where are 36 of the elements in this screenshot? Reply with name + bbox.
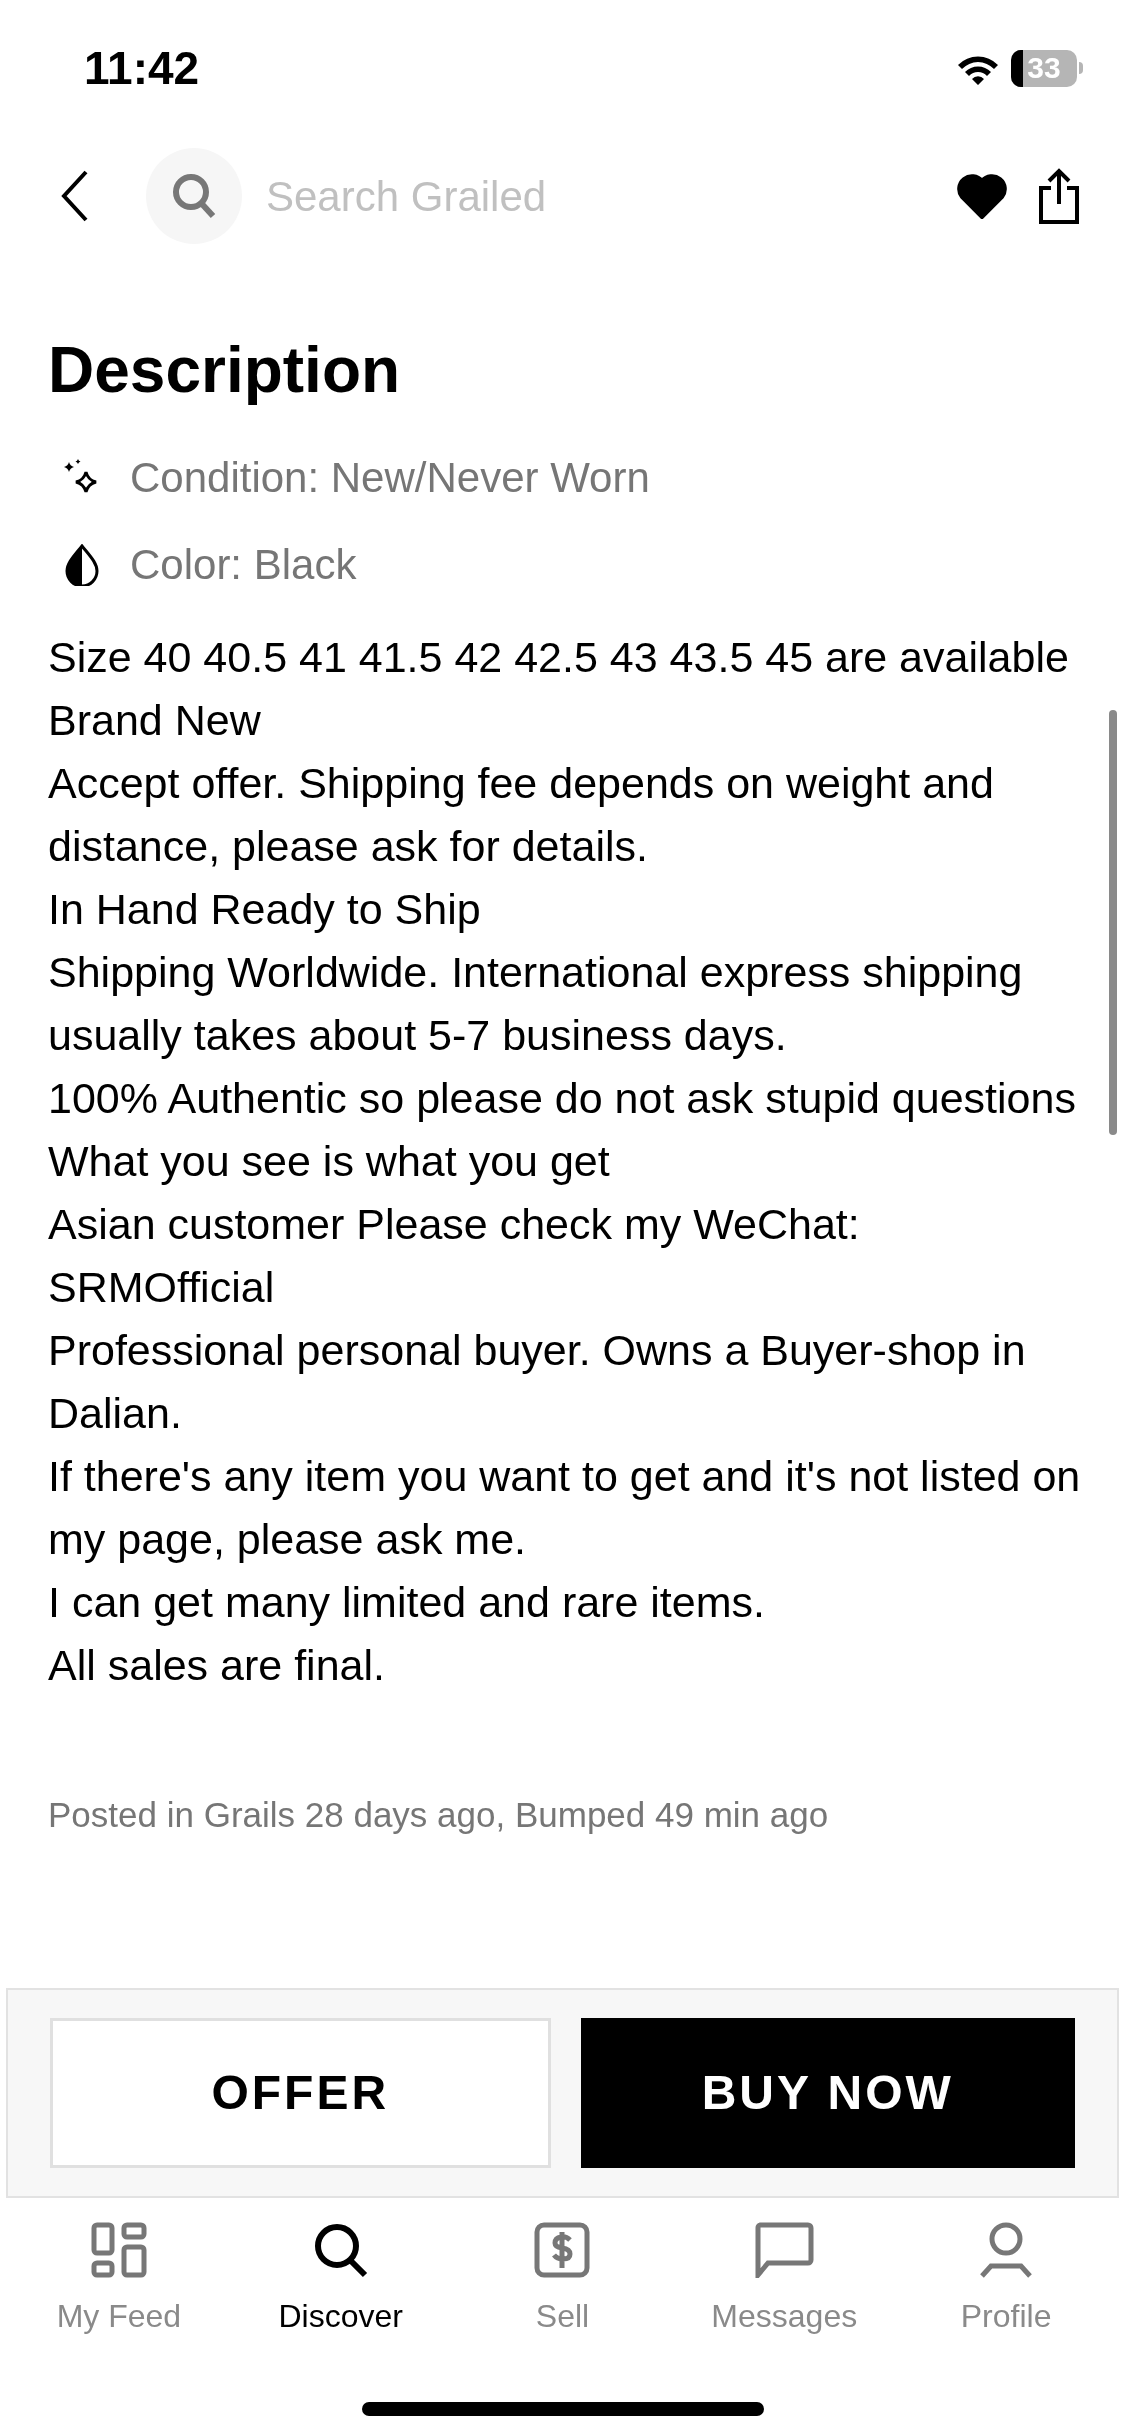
description-text: Size 40 40.5 41 41.5 42 42.5 43 43.5 45 are available <box>48 632 1070 683</box>
attribute-text: Color: Black <box>130 540 357 590</box>
tab-item[interactable]: Messages <box>673 2222 896 2368</box>
tab-item[interactable]: Sell <box>451 2222 674 2368</box>
search-field[interactable]: Search Grailed <box>266 164 766 228</box>
description-text: Brand New <box>48 695 262 746</box>
description-text: What you see is what you get <box>48 1136 611 1187</box>
description-text: 100% Authentic so please do not ask stupid questions <box>48 1073 1077 1124</box>
description-text: Shipping Worldwide. International express shipping usually takes about 5-7 business days. <box>48 947 1024 1061</box>
dollar-tag-icon <box>534 2222 591 2278</box>
buy-now-button[interactable]: BUY NOW <box>580 2018 1075 2168</box>
description-text: I can get many limited and rare items. <box>48 1577 766 1628</box>
tab-item[interactable]: Discover <box>229 2222 452 2368</box>
grid-icon <box>90 2222 147 2278</box>
posted-info: Posted in Grails 28 days ago, Bumped 49 min ago <box>48 1794 830 1836</box>
person-icon <box>979 2222 1034 2278</box>
offer-button[interactable]: OFFER <box>50 2018 551 2168</box>
search-icon <box>172 173 216 219</box>
battery-percent: 33 <box>1027 53 1061 83</box>
heart-icon[interactable] <box>957 173 1007 219</box>
attribute-text: Condition: New/Never Worn <box>130 453 650 503</box>
tab-item[interactable]: Profile <box>895 2222 1117 2368</box>
description-text: All sales are final. <box>48 1640 386 1691</box>
half-drop-icon <box>64 543 100 586</box>
share-icon[interactable] <box>1037 168 1081 224</box>
description-text: Professional personal buyer. Owns a Buyer-shop in Dalian. <box>48 1325 1027 1439</box>
tab-item[interactable]: My Feed <box>8 2222 230 2368</box>
section-title: Description <box>48 333 402 408</box>
description-text: Accept offer. Shipping fee depends on weight and distance, please ask for details. <box>48 758 995 872</box>
status-time: 11:42 <box>84 40 200 96</box>
chat-bubble-icon <box>754 2222 815 2278</box>
search-icon <box>312 2222 369 2278</box>
description-text: Asian customer Please check my WeChat: SRMOfficial <box>48 1199 861 1313</box>
back-icon[interactable] <box>60 170 90 222</box>
description-text: If there's any item you want to get and it's not listed on my page, please ask me. <box>48 1451 1082 1565</box>
description-text: In Hand Ready to Ship <box>48 884 482 935</box>
